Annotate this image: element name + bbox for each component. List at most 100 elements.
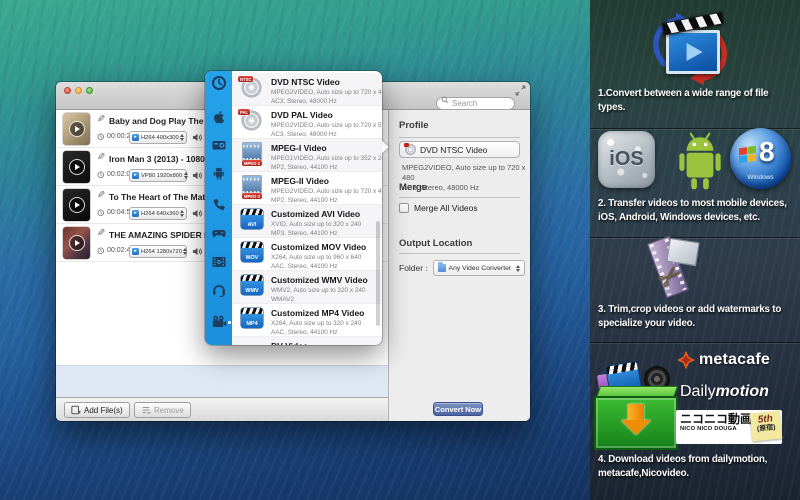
windows-8-number: 8	[759, 136, 775, 167]
format-desc-line2: AC3, Stereo, 48000 Hz	[271, 97, 337, 105]
format-list-item[interactable]: AVI Customized AVI Video XVID, Auto size…	[232, 205, 382, 238]
popover-scrollbar[interactable]	[376, 221, 380, 326]
promo-caption-2: 2. Transfer videos to most mobile device…	[598, 198, 787, 223]
film-frame-icon[interactable]	[211, 254, 227, 270]
metacafe-star-icon	[676, 350, 696, 370]
format-type-icon: WMV	[240, 275, 264, 297]
speaker-icon[interactable]	[192, 132, 203, 143]
fullscreen-icon[interactable]	[515, 85, 526, 96]
video-thumbnail[interactable]	[63, 227, 90, 259]
format-desc-line1: MPEG1VIDEO, Auto size up to 352 x 240	[271, 154, 382, 162]
format-type-icon: NTSC	[238, 76, 264, 99]
play-overlay-icon[interactable]	[68, 235, 85, 251]
promo-panel: 1.Convert between a wide range of file ty…	[590, 0, 800, 500]
folder-dropdown[interactable]: Any Video Converter	[432, 260, 525, 276]
close-button[interactable]	[64, 87, 71, 94]
format-value: H264 640x360	[141, 210, 179, 217]
format-name: Customized WMV Video	[271, 275, 368, 285]
edit-pencil-icon[interactable]: ✎	[97, 114, 105, 125]
format-badge: MP4	[246, 321, 258, 327]
format-badge: MPEG-1	[241, 160, 263, 166]
dvd-disc-icon	[404, 143, 416, 155]
video-thumbnail[interactable]	[63, 113, 90, 145]
format-desc-line1: MPEG2VIDEO, Auto size up to 720 x 480	[271, 88, 382, 96]
format-list-item[interactable]: NTSC DVD NTSC Video MPEG2VIDEO, Auto siz…	[232, 73, 382, 106]
video-thumbnail[interactable]	[63, 189, 90, 221]
format-badge: NTSC	[238, 76, 254, 82]
edit-pencil-icon[interactable]: ✎	[97, 152, 105, 163]
format-desc-line2: WMAV2	[271, 295, 294, 303]
format-desc-line2: AAC, Stereo, 44100 Hz	[271, 328, 338, 336]
stepper-arrows-icon	[182, 172, 189, 179]
format-value: H264 1280x720	[141, 248, 182, 255]
format-list-item[interactable]: WMV Customized WMV Video WMV2, Auto size…	[232, 271, 382, 304]
play-overlay-icon[interactable]	[68, 197, 85, 213]
game-controller-icon[interactable]	[211, 225, 227, 241]
speaker-icon[interactable]	[192, 246, 203, 257]
format-list-item[interactable]: MPEG-2 MPEG-II Video MPEG2VIDEO, Auto si…	[232, 172, 382, 205]
windows-flag-icon	[739, 145, 756, 164]
clock-icon[interactable]	[211, 75, 227, 91]
output-format-dropdown[interactable]: ▸ H264 400x300	[129, 131, 187, 144]
settings-panel: Profile DVD NTSC Video MPEG2VIDEO, Auto …	[389, 110, 530, 421]
windows-8-icon: 8 Windows	[730, 128, 791, 189]
folder-value: Any Video Converter	[448, 264, 512, 272]
speaker-icon[interactable]	[192, 170, 203, 181]
search-field[interactable]	[436, 93, 515, 110]
format-type-icon: AVI	[240, 209, 264, 231]
format-desc-line2: AAC, Stereo, 44100 Hz	[271, 262, 338, 270]
format-mini-icon: ▸	[132, 134, 139, 141]
output-format-dropdown[interactable]: ▸ H264 640x360	[129, 207, 187, 220]
phone-icon[interactable]	[211, 197, 227, 213]
traffic-lights	[64, 87, 93, 94]
format-name: Customized MOV Video	[271, 242, 367, 252]
format-value: H264 400x300	[141, 134, 179, 141]
clock-icon	[97, 171, 105, 179]
format-mini-icon: ▸	[132, 172, 139, 179]
format-name: MPEG-I Video	[271, 143, 327, 153]
format-desc-line2: AC3, Stereo, 48000 Hz	[271, 130, 337, 138]
clock-icon	[97, 247, 105, 255]
format-desc-line1: XVID, Auto size up to 320 x 240	[271, 220, 362, 228]
merge-all-checkbox[interactable]	[399, 203, 409, 213]
remove-button[interactable]: Remove	[134, 402, 191, 418]
trim-crop-icon: ✂	[628, 235, 706, 302]
format-list-item[interactable]: DV Video	[232, 337, 382, 345]
box-front	[594, 396, 678, 450]
add-files-button[interactable]: Add File(s)	[64, 402, 130, 418]
promo-divider	[590, 342, 800, 344]
popover-arrow	[382, 141, 389, 153]
media-player-icon[interactable]	[211, 137, 227, 153]
play-overlay-icon[interactable]	[68, 121, 85, 137]
format-list-item[interactable]: MP4 Customized MP4 Video X264, Auto size…	[232, 304, 382, 337]
output-format-dropdown[interactable]: ▸ H264 1280x720	[129, 245, 188, 258]
video-thumbnail[interactable]	[63, 151, 90, 183]
format-desc-line2: MP2, Stereo, 44100 Hz	[271, 196, 338, 204]
profile-dropdown[interactable]: DVD NTSC Video	[399, 141, 520, 158]
format-list-item[interactable]: PAL DVD PAL Video MPEG2VIDEO, Auto size …	[232, 106, 382, 139]
output-format-dropdown[interactable]: ▸ VP80 1920x800	[129, 169, 189, 182]
format-name: Customized MP4 Video	[271, 308, 365, 318]
list-footer-bar: Add File(s) Remove	[56, 397, 388, 421]
format-desc-line1: WMV2, Auto size up to 320 x 240	[271, 286, 366, 294]
section-rule	[399, 253, 520, 254]
output-folder-row: Folder : Any Video Converter	[399, 260, 525, 276]
android-icon[interactable]	[211, 165, 227, 181]
speaker-icon[interactable]	[192, 208, 203, 219]
merge-all-checkbox-row[interactable]: Merge All Videos	[399, 203, 478, 213]
format-name: DV Video	[271, 341, 308, 345]
format-list-item[interactable]: MOV Customized MOV Video X264, Auto size…	[232, 238, 382, 271]
apple-icon[interactable]	[211, 109, 227, 125]
edit-pencil-icon[interactable]: ✎	[97, 228, 105, 239]
convert-now-button[interactable]: Convert Now	[433, 402, 483, 416]
zoom-button[interactable]	[86, 87, 93, 94]
format-list: NTSC DVD NTSC Video MPEG2VIDEO, Auto siz…	[232, 71, 382, 345]
minimize-button[interactable]	[75, 87, 82, 94]
headset-icon[interactable]	[211, 282, 227, 298]
download-box-icon	[592, 361, 682, 454]
movie-camera-icon[interactable]	[211, 314, 227, 330]
play-overlay-icon[interactable]	[68, 159, 85, 175]
format-list-item[interactable]: MPEG-1 MPEG-I Video MPEG1VIDEO, Auto siz…	[232, 139, 382, 172]
edit-pencil-icon[interactable]: ✎	[97, 190, 105, 201]
windows-label: Windows	[747, 174, 774, 181]
